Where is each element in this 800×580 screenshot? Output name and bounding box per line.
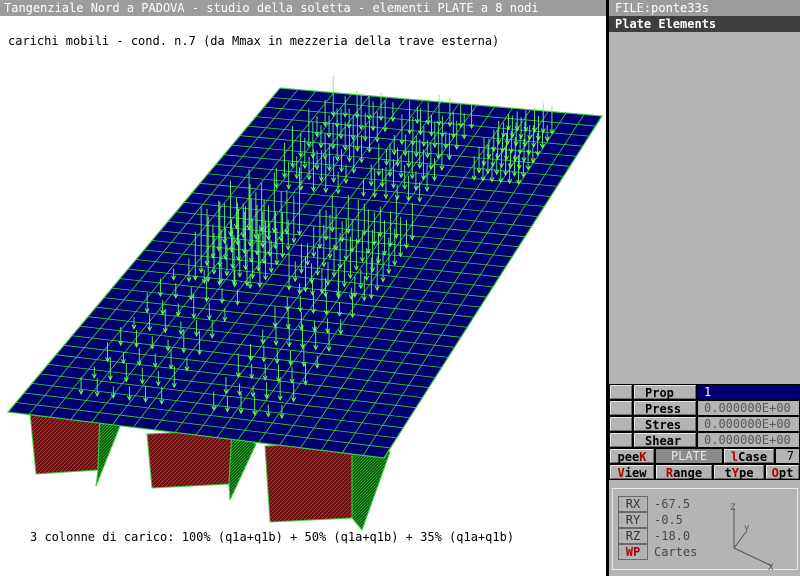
workplane-button[interactable]: WP xyxy=(618,544,648,560)
lcase-value: 7 xyxy=(776,449,799,463)
model-viewport[interactable] xyxy=(0,16,606,576)
prop-row: Prop 1 xyxy=(609,384,800,400)
element-type-display: PLATE xyxy=(656,449,722,463)
rz-button[interactable]: RZ xyxy=(618,528,648,544)
panel-header: Plate Elements xyxy=(609,16,800,32)
view-button-label: iew xyxy=(624,466,647,480)
press-value[interactable]: 0.000000E+00 xyxy=(698,401,799,415)
workplane-value: Cartes xyxy=(654,545,698,559)
stres-value[interactable]: 0.000000E+00 xyxy=(698,417,799,431)
rx-button[interactable]: RX xyxy=(618,496,648,512)
prop-marker[interactable] xyxy=(610,385,632,399)
shear-row: Shear 0.000000E+00 xyxy=(609,432,800,448)
press-row: Press 0.000000E+00 xyxy=(609,400,800,416)
axis-z-label: Z xyxy=(730,503,736,513)
axis-triad-icon: Z Y X xyxy=(730,503,774,572)
load-columns-caption: 3 colonne di carico: 100% (q1a+q1b) + 50… xyxy=(30,530,515,544)
rz-value: -18.0 xyxy=(654,529,691,543)
peek-button[interactable]: peeK xyxy=(610,449,654,464)
prop-value[interactable]: 1 xyxy=(698,385,799,399)
window-title: Tangenziale Nord a PADOVA - studio della… xyxy=(0,0,610,16)
prop-label[interactable]: Prop xyxy=(634,385,696,400)
stres-row: Stres 0.000000E+00 xyxy=(609,416,800,432)
ry-value: -0.5 xyxy=(654,513,683,527)
bridge-deck-model xyxy=(6,76,604,531)
type-button-label: pe xyxy=(739,466,754,480)
toolbar-row-2: View Range tYpe Opt xyxy=(609,464,800,480)
rx-value: -67.5 xyxy=(654,497,691,511)
range-button[interactable]: Range xyxy=(656,465,712,480)
stres-marker[interactable] xyxy=(610,417,632,431)
axis-y-label: Y xyxy=(744,525,750,535)
axis-x-label: X xyxy=(768,563,774,572)
lcase-button-label: Case xyxy=(738,450,768,464)
load-case-description: carichi mobili - cond. n.7 (da Mmax in m… xyxy=(8,34,500,48)
shear-marker[interactable] xyxy=(610,433,632,447)
type-button-prefix: t xyxy=(724,466,732,480)
view-button-hotkey: V xyxy=(617,466,625,480)
stres-label[interactable]: Stres xyxy=(634,417,696,432)
press-marker[interactable] xyxy=(610,401,632,415)
peek-button-label: pee xyxy=(617,450,640,464)
shear-value[interactable]: 0.000000E+00 xyxy=(698,433,799,447)
shear-label[interactable]: Shear xyxy=(634,433,696,448)
range-button-label: ange xyxy=(673,466,703,480)
peek-button-hotkey: K xyxy=(639,450,647,464)
press-label[interactable]: Press xyxy=(634,401,696,416)
opt-button[interactable]: Opt xyxy=(766,465,799,480)
opt-button-hotkey: O xyxy=(771,466,779,480)
type-button-hotkey: Y xyxy=(731,466,739,480)
file-name: FILE:ponte33s xyxy=(609,0,800,16)
panel-body xyxy=(609,32,800,384)
toolbar-row-1: peeK PLATE lCase 7 xyxy=(609,448,800,464)
view-button[interactable]: View xyxy=(610,465,654,480)
lcase-button[interactable]: lCase xyxy=(724,449,774,464)
type-button[interactable]: tYpe xyxy=(714,465,764,480)
opt-button-label: pt xyxy=(778,466,794,480)
ry-button[interactable]: RY xyxy=(618,512,648,528)
